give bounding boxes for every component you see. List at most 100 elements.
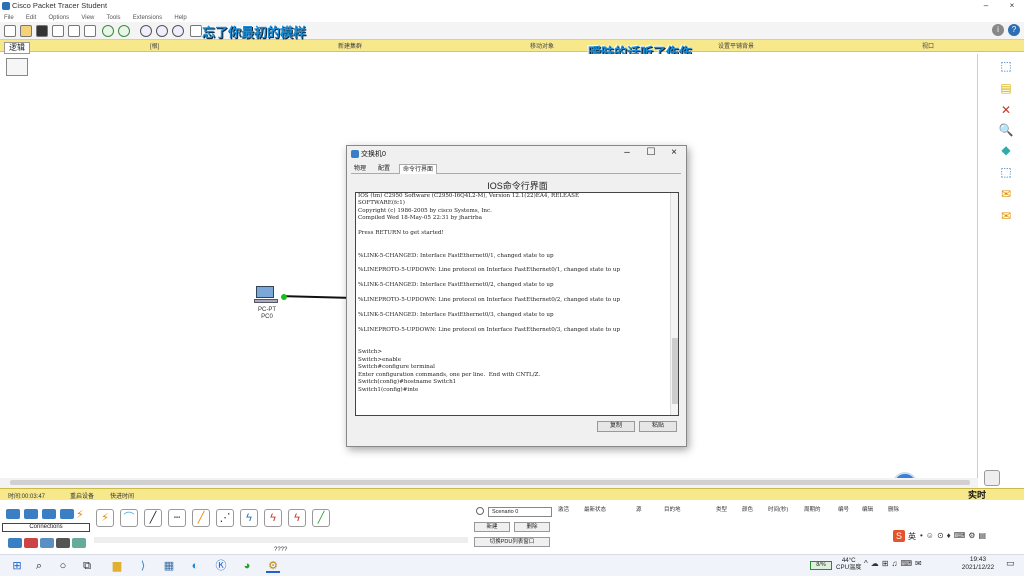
security-icon[interactable] [24,538,38,548]
sogou-ime-icon[interactable]: S [893,530,905,542]
zoom-in-icon[interactable] [140,25,152,37]
move-object-button[interactable]: 移动对象 [530,41,554,50]
add-complex-pdu-icon[interactable]: ✉ [997,208,1015,224]
search-icon[interactable]: ⌕ [32,559,46,573]
realtime-mode-icon[interactable] [984,470,1000,486]
terminal-line: %LINK-5-CHANGED: Interface FastEthernet0… [358,282,554,289]
serial-dce-icon[interactable]: ϟ [264,509,282,527]
app-icon-2[interactable]: Ⓚ [214,559,228,573]
dialog-minimize-button[interactable]: – [615,147,639,159]
file-explorer-icon[interactable]: ▆ [110,559,124,573]
navigation-panel-icon[interactable] [6,58,28,76]
redo-icon[interactable] [118,25,130,37]
connections-scrollbar[interactable] [94,537,468,543]
routers-category-icon[interactable] [6,509,20,519]
workspace-hscroll-thumb[interactable] [10,480,970,485]
notification-icon[interactable]: ▭ [1006,558,1016,570]
close-button[interactable]: × [1002,0,1022,12]
terminal-line: Switch> [358,349,383,356]
tab-physical[interactable]: 物理 [351,164,369,174]
workspace-hscrollbar[interactable] [0,478,978,488]
print-icon[interactable] [52,25,64,37]
coaxial-cable-icon[interactable]: ϟ [240,509,258,527]
set-tiled-background-button[interactable]: 设置平铺背景 [718,41,754,50]
open-folder-icon[interactable] [20,25,32,37]
tab-cli[interactable]: 命令行界面 [399,164,438,174]
help-icon[interactable]: ? [1008,24,1020,36]
fast-forward-button[interactable]: 快进时间 [110,491,134,500]
phone-cable-icon[interactable]: ⋰ [216,509,234,527]
wan-emulation-icon[interactable] [40,538,54,548]
dialog-close-button[interactable]: × [662,147,686,159]
scenario-info-icon[interactable] [476,507,484,515]
new-scenario-button[interactable]: 新建 [474,522,510,532]
cli-terminal[interactable]: IOS (tm) C2950 Software (C2950-I6Q4L2-M)… [355,192,679,416]
viewport-button[interactable]: 视口 [922,41,934,50]
switches-category-icon[interactable] [24,509,38,519]
cortana-icon[interactable]: ○ [56,559,70,573]
delete-scenario-button[interactable]: 删除 [514,522,550,532]
connections-category-icon[interactable]: ⚡ [76,508,84,521]
octal-cable-icon[interactable]: ╱ [312,509,330,527]
save-icon[interactable] [36,25,48,37]
scenario-select[interactable]: Scenario 0 [488,507,552,517]
custom-devices-icon[interactable] [56,538,70,548]
inspect-tool-icon[interactable]: 🔍 [997,122,1015,138]
console-cable-icon[interactable]: ⌒ [120,509,138,527]
zoom-reset-icon[interactable] [156,25,168,37]
terminal-scroll-thumb[interactable] [672,338,678,404]
multiuser-icon[interactable] [72,538,86,548]
info-icon[interactable]: i [992,24,1004,36]
packet-tracer-taskbar-icon[interactable]: ⚙ [266,559,280,573]
new-cluster-button[interactable]: 新建集群 [338,41,362,50]
clock-date: 2021/12/22 [961,564,995,571]
ime-language-indicator[interactable]: 英 [908,531,916,542]
app-icon-1[interactable]: ▦ [162,559,176,573]
add-simple-pdu-icon[interactable]: ✉ [997,186,1015,202]
copy-icon[interactable] [84,25,96,37]
root-button[interactable]: [根] [150,41,159,50]
straight-through-cable-icon[interactable]: ╱ [144,509,162,527]
logic-tab[interactable]: 逻辑 [4,42,30,54]
wechat-icon[interactable]: ◕ [240,559,254,573]
power-cycle-button[interactable]: 重启设备 [70,491,94,500]
dialog-maximize-button[interactable]: ☐ [639,147,663,159]
battery-indicator[interactable]: 8/% [810,561,832,570]
toggle-pdu-list-button[interactable]: 切换PDU列表窗口 [474,537,550,547]
terminal-line: Switch>enable [358,356,402,363]
taskbar-clock[interactable]: 19:43 2021/12/22 [958,556,998,572]
copy-button[interactable]: 复制 [597,421,635,432]
new-file-icon[interactable] [4,25,16,37]
serial-dte-icon[interactable]: ϟ [288,509,306,527]
hubs-category-icon[interactable] [42,509,56,519]
windows-start-icon[interactable]: ⊞ [10,559,24,573]
system-tray-icons[interactable]: ^☁⊞♫⌨✉ [864,559,925,568]
crossover-cable-icon[interactable]: ┄ [168,509,186,527]
draw-polygon-icon[interactable]: ◆ [997,142,1015,158]
select-tool-icon[interactable]: ⬚ [997,58,1015,74]
minimize-button[interactable]: – [976,0,996,12]
vscode-icon[interactable]: ⟩ [136,559,150,573]
paste-button[interactable]: 粘贴 [639,421,677,432]
note-tool-icon[interactable]: ▤ [997,80,1015,96]
pdu-col-periodic: 周期的 [804,507,821,513]
zoom-out-icon[interactable] [172,25,184,37]
terminal-scrollbar[interactable] [670,193,678,415]
resize-shape-icon[interactable]: ⬚ [997,164,1015,180]
auto-connection-icon[interactable]: ⚡ [96,509,114,527]
task-view-icon[interactable]: ⧉ [80,559,94,573]
switch-dialog[interactable]: 交换机0 – ☐ × 物理 配置 命令行界面 IOS命令行界面 IOS (tm)… [346,145,687,447]
undo-icon[interactable] [102,25,114,37]
drawing-palette-icon[interactable] [190,25,202,37]
fiber-cable-icon[interactable]: ╱ [192,509,210,527]
title-bar: Cisco Packet Tracer Student – × [0,0,1024,12]
tab-config[interactable]: 配置 [375,164,393,174]
activity-wizard-icon[interactable] [68,25,80,37]
ime-toolbar-icons[interactable]: •☺⊙♦⌨⚙▤ [920,531,989,540]
delete-tool-icon[interactable]: ✕ [997,102,1015,118]
end-devices-icon[interactable] [8,538,22,548]
pc-device[interactable] [254,286,278,306]
edge-browser-icon[interactable]: ◐ [188,559,202,573]
wireless-category-icon[interactable] [60,509,74,519]
